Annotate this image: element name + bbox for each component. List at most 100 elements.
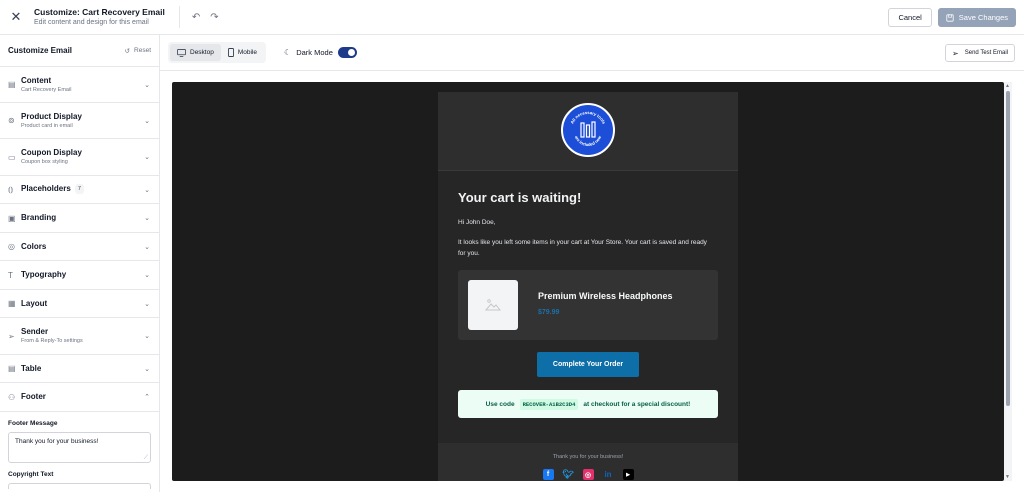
ticket-icon: ▭ <box>8 152 16 162</box>
desktop-label: Desktop <box>190 49 214 56</box>
send-icon: ➢ <box>8 331 15 341</box>
svg-text:All necessary tools: All necessary tools <box>569 110 607 125</box>
sidebar-item-sub: Coupon box styling <box>21 159 68 165</box>
sidebar-item-label: Placeholders 7 <box>21 184 84 195</box>
divider <box>178 6 180 28</box>
footer-settings: Footer Message Thank you for your busine… <box>0 412 159 489</box>
scrollbar-thumb[interactable] <box>1006 91 1010 406</box>
chevron-up-icon: ⌃ <box>144 394 150 401</box>
sidebar-item-coupon-display[interactable]: ▭ Coupon Display Coupon box styling ⌄ <box>0 139 159 176</box>
email-body-text: It looks like you left some items in you… <box>458 239 707 257</box>
chevron-down-icon: ⌄ <box>144 186 150 194</box>
sidebar-item-label: Footer <box>21 392 46 401</box>
sidebar-item-label: Typography <box>21 270 67 279</box>
sidebar-item-label: Sender <box>21 327 49 336</box>
cancel-button[interactable]: Cancel <box>888 8 932 27</box>
undo-icon[interactable]: ↶ <box>192 12 200 23</box>
social-links: f 🐦︎ ◎ in ▶ <box>438 469 738 480</box>
dark-mode-toggle[interactable] <box>337 47 357 58</box>
sidebar-title: Customize Email <box>8 46 73 55</box>
send-test-label: Send Test Email <box>964 50 1008 56</box>
footer-icon: ⚇ <box>8 392 16 402</box>
chevron-down-icon: ⌄ <box>144 154 150 161</box>
email-greeting: Hi John Doe, <box>458 219 496 226</box>
package-icon: ⊚ <box>8 116 15 125</box>
email-preview-canvas: All necessary tools are included now You… <box>172 82 1004 481</box>
chevron-down-icon: ⌄ <box>144 300 150 308</box>
sidebar-item-footer[interactable]: ⚇ Footer ⌃ <box>0 383 159 412</box>
product-name: Premium Wireless Headphones <box>538 291 673 301</box>
preview-area: All necessary tools are included now You… <box>160 71 1024 492</box>
placeholders-count-badge: 7 <box>74 184 84 195</box>
copyright-field[interactable] <box>8 483 151 489</box>
redo-icon[interactable]: ↷ <box>210 12 218 23</box>
type-icon: T <box>8 270 13 280</box>
desktop-button[interactable]: Desktop <box>170 44 221 61</box>
sidebar-item-content[interactable]: ▤ Content Cart Recovery Email ⌄ <box>0 67 159 103</box>
linkedin-icon[interactable]: in <box>603 469 614 480</box>
preview-scrollbar[interactable]: ▲ ▼ <box>1004 82 1012 481</box>
reset-label: Reset <box>134 47 151 54</box>
sidebar-item-label: Content <box>21 75 52 85</box>
scroll-up-icon[interactable]: ▲ <box>1005 83 1010 89</box>
undo-redo-group: ↶ ↷ <box>192 12 219 23</box>
preview-toolbar: Desktop Mobile ☾ Dark Mode ➢ Send Test E… <box>160 35 1024 71</box>
footer-message-value: Thank you for your business! <box>15 438 99 445</box>
sidebar-item-table[interactable]: ▤ Table ⌄ <box>0 355 159 383</box>
email-heading: Your cart is waiting! <box>458 190 582 205</box>
coupon-suffix: at checkout for a special discount! <box>583 400 691 408</box>
send-test-email-button[interactable]: ➢ Send Test Email <box>945 44 1015 62</box>
chevron-down-icon: ⌄ <box>144 215 150 222</box>
chevron-down-icon: ⌄ <box>144 81 150 89</box>
chevron-down-icon: ⌄ <box>144 117 150 125</box>
sidebar-item-typography[interactable]: T Typography ⌄ <box>0 261 159 290</box>
send-icon: ➢ <box>952 48 959 58</box>
reset-button[interactable]: ↺ Reset <box>125 47 151 55</box>
device-toggle: Desktop Mobile <box>168 42 267 63</box>
brand-logo: All necessary tools are included now <box>561 103 615 157</box>
palette-icon: ◎ <box>8 242 15 251</box>
coupon-code: RECOVER-A1B2C3D4 <box>519 398 579 410</box>
phone-icon <box>227 48 234 57</box>
document-icon: ▤ <box>8 80 16 89</box>
save-button-label: Save Changes <box>958 13 1008 22</box>
image-placeholder-icon <box>484 299 502 311</box>
sidebar-item-sender[interactable]: ➢ Sender From & Reply-To settings ⌄ <box>0 318 159 355</box>
title-block: Customize: Cart Recovery Email Edit cont… <box>34 7 165 28</box>
close-icon[interactable]: ✕ <box>0 0 32 35</box>
logo-text-bottom: are included now <box>574 134 603 147</box>
sidebar-item-layout[interactable]: ▦ Layout ⌄ <box>0 290 159 318</box>
mobile-button[interactable]: Mobile <box>221 44 264 61</box>
instagram-icon[interactable]: ◎ <box>582 469 594 480</box>
svg-text:are included now: are included now <box>574 134 603 147</box>
sidebar-item-label: Coupon Display <box>21 148 82 157</box>
monitor-icon <box>177 48 186 57</box>
cta-wrapper: Complete Your Order <box>458 352 718 377</box>
footer-message-field[interactable]: Thank you for your business! ⟋ <box>8 432 151 463</box>
sidebar-item-placeholders[interactable]: ⦅⦆ Placeholders 7 ⌄ <box>0 176 159 204</box>
email-header: All necessary tools are included now <box>438 92 738 171</box>
complete-order-button[interactable]: Complete Your Order <box>537 352 639 377</box>
save-button[interactable]: Save Changes <box>937 8 1016 27</box>
email-footer-text: Thank you for your business! <box>552 454 624 460</box>
sidebar-item-colors[interactable]: ◎ Colors ⌄ <box>0 233 159 261</box>
sidebar-item-label: Colors <box>21 241 47 251</box>
sidebar: Customize Email ↺ Reset ▤ Content Cart R… <box>0 35 160 492</box>
reset-icon: ↺ <box>124 47 131 55</box>
sidebar-item-branding[interactable]: ▣ Branding ⌄ <box>0 204 159 233</box>
twitter-icon[interactable]: 🐦︎ <box>562 469 573 480</box>
chevron-down-icon: ⌄ <box>144 243 150 251</box>
facebook-icon[interactable]: f <box>542 469 554 480</box>
page-title: Customize: Cart Recovery Email <box>34 6 165 17</box>
sidebar-item-label: Table <box>21 363 42 373</box>
resize-handle-icon[interactable]: ⟋ <box>144 455 148 462</box>
email-preview: All necessary tools are included now You… <box>438 92 738 481</box>
sidebar-item-sub: Cart Recovery Email <box>21 86 72 93</box>
sidebar-item-product-display[interactable]: ⊚ Product Display Product card in email … <box>0 103 159 139</box>
dark-mode-label: Dark Mode <box>296 48 333 57</box>
youtube-icon[interactable]: ▶ <box>622 469 634 480</box>
footer-message-label: Footer Message <box>8 420 58 427</box>
mobile-label: Mobile <box>237 49 258 56</box>
scroll-down-icon[interactable]: ▼ <box>1005 474 1010 480</box>
coupon-prefix: Use code <box>485 400 515 408</box>
